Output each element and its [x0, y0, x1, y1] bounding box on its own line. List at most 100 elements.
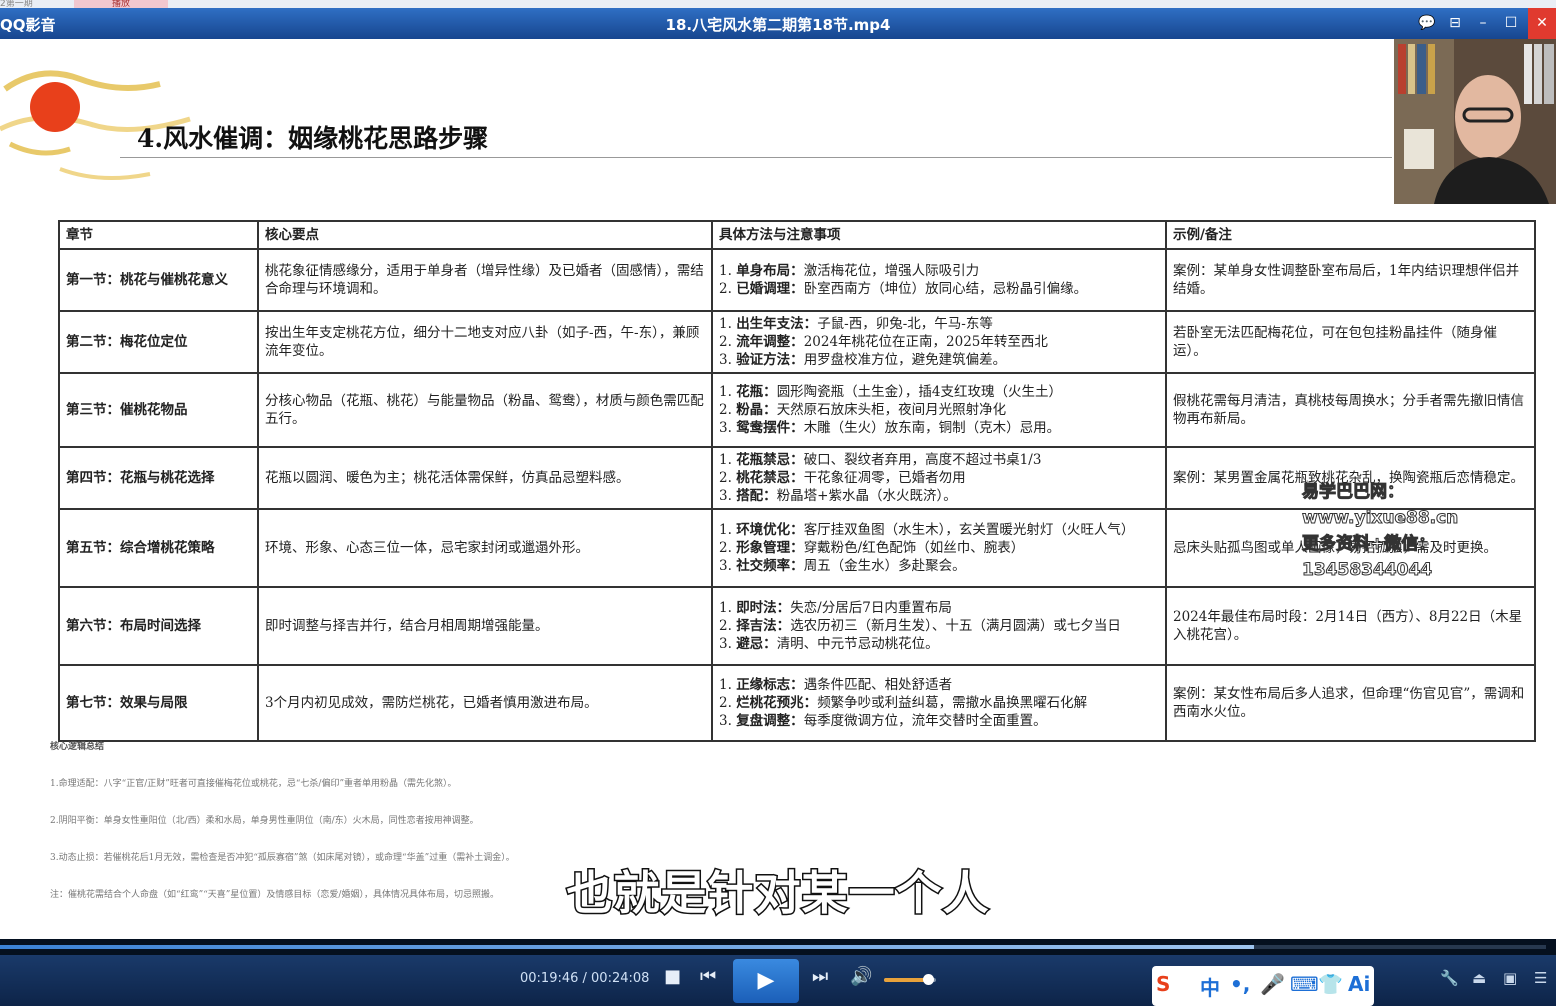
note-cell: 假桃花需每月清洁，真桃枝每周换水；分手者需先撤旧情信物再布新局。	[1165, 372, 1536, 448]
tab-play[interactable]: 播放	[74, 0, 168, 8]
play-button[interactable]: ▶	[733, 959, 799, 1003]
skin-icon[interactable]: 👕	[1318, 972, 1343, 996]
methods-cell: 1. 即时法：失恋/分居后7日内重置布局 2. 择吉法：选农历初三（新月生发）、十…	[711, 586, 1167, 666]
tab-prev[interactable]: 2第一期	[0, 0, 68, 8]
volume-icon[interactable]: 🔊	[850, 966, 872, 987]
maximize-button[interactable]: ☐	[1497, 8, 1525, 39]
punctuation-icon[interactable]: •,	[1230, 972, 1250, 996]
method-item: 1. 花瓶禁忌：破口、裂纹者弃用，高度不超过书桌1/3	[719, 451, 1159, 469]
method-item: 3. 验证方法：用罗盘校准方位，避免建筑偏差。	[719, 351, 1159, 369]
close-button[interactable]: ✕	[1528, 8, 1556, 39]
volume-knob[interactable]	[923, 974, 935, 985]
title-divider	[120, 157, 1392, 158]
method-label: 避忌：	[736, 636, 777, 652]
video-subtitle: 也就是针对某一个人	[565, 865, 990, 922]
method-label: 已婚调理：	[736, 281, 804, 297]
video-frame[interactable]: 4.风水催调：姻缘桃花思路步骤 章节 核心要点 具体方法与注意事项 示例/备注 …	[0, 39, 1556, 939]
method-item: 1. 单身布局：激活梅花位，增强人际吸引力	[719, 262, 1159, 280]
section-cell: 第一节：桃花与催桃花意义	[58, 248, 259, 312]
method-label: 鸳鸯摆件：	[736, 420, 804, 436]
seek-progress	[0, 945, 1254, 949]
method-label: 复盘调整：	[736, 713, 804, 729]
method-item: 2. 烂桃花预兆：频繁争吵或利益纠葛，需撤水晶换黑曜石化解	[719, 694, 1159, 712]
tools-icon[interactable]: 🔧	[1440, 969, 1459, 987]
sogou-logo-icon[interactable]: S	[1156, 972, 1170, 996]
method-item: 2. 桃花禁忌：干花象征凋零，已婚者勿用	[719, 469, 1159, 487]
method-number: 3.	[719, 488, 732, 504]
method-text: 失恋/分居后7日内重置布局	[790, 600, 952, 616]
method-number: 2.	[719, 334, 732, 350]
method-item: 1. 即时法：失恋/分居后7日内重置布局	[719, 599, 1159, 617]
method-number: 3.	[719, 558, 732, 574]
seek-bar[interactable]	[0, 939, 1556, 955]
ime-ai[interactable]: Ai	[1348, 972, 1370, 996]
method-number: 3.	[719, 713, 732, 729]
method-number: 1.	[719, 522, 732, 538]
summary-line: 2.阴阳平衡：单身女性重阳位（北/西）柔和水局，单身男性重阴位（南/东）火木局，…	[50, 816, 479, 826]
section-cell: 第七节：效果与局限	[58, 664, 259, 742]
method-number: 2.	[719, 402, 732, 418]
method-text: 干花象征凋零，已婚者勿用	[803, 470, 966, 486]
summary-line: 1.命理适配：八字“正官/正财”旺者可直接催梅花位或桃花，忌“七杀/偏印”重者单…	[50, 779, 457, 789]
method-number: 3.	[719, 636, 732, 652]
table-row: 第六节：布局时间选择 即时调整与择吉并行，结合月相周期增强能量。 1. 即时法：失恋…	[58, 586, 1536, 666]
table-header-row: 章节 核心要点 具体方法与注意事项 示例/备注	[58, 220, 1536, 250]
methods-cell: 1. 单身布局：激活梅花位，增强人际吸引力 2. 已婚调理：卧室西南方（坤位）放同…	[711, 248, 1167, 312]
method-number: 1.	[719, 677, 732, 693]
method-item: 3. 鸳鸯摆件：木雕（生火）放东南，铜制（克木）忌用。	[719, 419, 1159, 437]
note-cell: 若卧室无法匹配梅花位，可在包包挂粉晶挂件（随身催运）。	[1165, 310, 1536, 374]
mini-mode-icon[interactable]: ⊟	[1441, 8, 1469, 39]
method-label: 花瓶禁忌：	[736, 452, 804, 468]
volume-slider[interactable]	[884, 974, 936, 985]
microphone-icon[interactable]: 🎤	[1260, 972, 1285, 996]
next-icon[interactable]: ⏭	[812, 966, 828, 987]
play-icon: ▶	[757, 968, 775, 993]
core-cell: 环境、形象、心态三位一体，忌宅家封闭或邋遢外形。	[257, 508, 713, 588]
top-tab-strip: 2第一期 播放	[0, 0, 1556, 8]
method-item: 3. 避忌：清明、中元节忌动桃花位。	[719, 635, 1159, 653]
methods-cell: 1. 出生年支法：子鼠-西，卯兔-北，午马-东等 2. 流年调整：2024年桃花位…	[711, 310, 1167, 374]
screen-icon[interactable]: ▣	[1503, 969, 1517, 987]
core-cell: 桃花象征情感缘分，适用于单身者（增异性缘）及已婚者（固感情），需结合命理与环境调…	[257, 248, 713, 312]
method-label: 搭配：	[736, 488, 777, 504]
method-number: 2.	[719, 540, 732, 556]
method-number: 2.	[719, 470, 732, 486]
table-row: 第三节：催桃花物品 分核心物品（花瓶、桃花）与能量物品（粉晶、鸳鸯），材质与颜色需…	[58, 372, 1536, 448]
method-item: 2. 择吉法：选农历初三（新月生发）、十五（满月圆满）或七夕当日	[719, 617, 1159, 635]
method-label: 单身布局：	[736, 263, 804, 279]
section-cell: 第二节：梅花位定位	[58, 310, 259, 374]
watermark-line: 易学巴巴网：www.yixue88.cn	[1302, 482, 1459, 529]
watermark-line: 更多资料+微信：13458344044	[1302, 534, 1436, 581]
method-text: 卧室西南方（坤位）放同心结，忌粉晶引偏缘。	[803, 281, 1088, 297]
ime-toolbar: S 中 •, 🎤 ⌨ 👕 Ai	[1152, 966, 1374, 1006]
method-number: 1.	[719, 384, 732, 400]
method-label: 花瓶：	[736, 384, 777, 400]
method-item: 2. 形象管理：穿戴粉色/红色配饰（如丝巾、腕表）	[719, 539, 1159, 557]
stop-icon[interactable]: ■	[664, 966, 681, 987]
method-number: 1.	[719, 600, 732, 616]
method-label: 形象管理：	[736, 540, 804, 556]
method-number: 2.	[719, 695, 732, 711]
section-cell: 第三节：催桃花物品	[58, 372, 259, 448]
section-cell: 第六节：布局时间选择	[58, 586, 259, 666]
chat-icon[interactable]: 💬	[1413, 8, 1441, 39]
method-label: 正缘标志：	[736, 677, 804, 693]
minimize-button[interactable]: –	[1469, 8, 1497, 39]
method-number: 2.	[719, 618, 732, 634]
playlist-icon[interactable]: ☰	[1534, 969, 1547, 987]
method-label: 择吉法：	[736, 618, 791, 634]
summary-heading: 核心逻辑总结	[50, 742, 105, 752]
method-number: 3.	[719, 352, 732, 368]
method-text: 选农历初三（新月生发）、十五（满月圆满）或七夕当日	[790, 618, 1121, 634]
previous-icon[interactable]: ⏮	[700, 966, 716, 987]
method-item: 2. 粉晶：天然原石放床头柜，夜间月光照射净化	[719, 401, 1159, 419]
eject-icon[interactable]: ⏏	[1472, 969, 1486, 987]
keyboard-icon[interactable]: ⌨	[1290, 972, 1319, 996]
method-text: 激活梅花位，增强人际吸引力	[803, 263, 980, 279]
method-item: 1. 正缘标志：遇条件匹配、相处舒适者	[719, 676, 1159, 694]
method-item: 1. 环境优化：客厅挂双鱼图（水生木），玄关置暖光射灯（火旺人气）	[719, 521, 1159, 539]
method-text: 周五（金生水）多赴聚会。	[803, 558, 966, 574]
ime-mode[interactable]: 中	[1200, 972, 1220, 1001]
method-text: 天然原石放床头柜，夜间月光照射净化	[776, 402, 1007, 418]
methods-cell: 1. 花瓶：圆形陶瓷瓶（土生金），插4支红玫瑰（火生土） 2. 粉晶：天然原石放床…	[711, 372, 1167, 448]
